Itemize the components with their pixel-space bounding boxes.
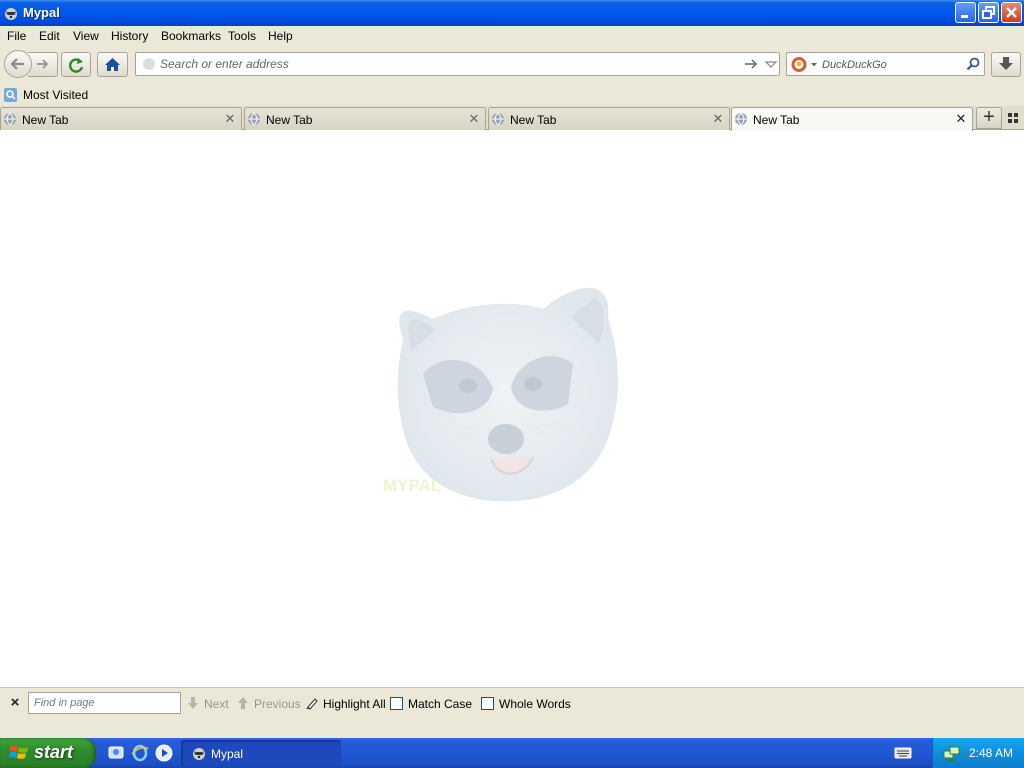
go-arrow-icon[interactable] [742, 55, 760, 73]
network-icon[interactable] [943, 745, 960, 762]
forward-button[interactable] [28, 52, 58, 77]
media-player-icon[interactable] [155, 744, 173, 762]
tab-label: New Tab [22, 113, 69, 127]
tab-new-tab-2[interactable]: New Tab ✕ [244, 107, 486, 130]
duckduckgo-icon[interactable] [791, 56, 819, 73]
tab-close-icon[interactable]: ✕ [467, 112, 481, 126]
highlight-all-label: Highlight All [323, 697, 386, 711]
down-arrow-icon [188, 697, 198, 709]
home-icon [105, 58, 120, 71]
taskbar: start Mypal 2:48 AM [0, 738, 1024, 768]
clock: 2:48 AM [969, 746, 1014, 760]
menu-history[interactable]: History [111, 29, 148, 43]
menu-view[interactable]: View [73, 29, 99, 43]
up-arrow-icon [238, 697, 248, 709]
new-tab-page: MYPAL [0, 131, 1024, 687]
find-next-label: Next [204, 697, 229, 711]
mypal-watermark-text: MYPAL [383, 476, 441, 495]
reload-icon [69, 58, 84, 73]
minimize-icon [961, 15, 968, 18]
plus-icon: + [983, 106, 995, 128]
checkbox-box[interactable] [390, 697, 403, 710]
search-input[interactable] [822, 56, 962, 73]
home-button[interactable] [97, 52, 128, 77]
restore-icon [982, 6, 995, 19]
new-tab-button[interactable]: + [976, 107, 1002, 129]
whole-words-label: Whole Words [499, 697, 571, 711]
taskbar-button-mypal[interactable]: Mypal [181, 740, 341, 766]
internet-explorer-icon[interactable] [131, 744, 149, 762]
url-bar[interactable] [135, 52, 780, 76]
search-icon[interactable] [965, 56, 981, 72]
globe-icon [4, 112, 16, 126]
status-bar [0, 719, 1024, 738]
bookmarks-toolbar: Most Visited [0, 84, 1024, 106]
checkbox-box[interactable] [481, 697, 494, 710]
find-bar: × Next Previous Highlight All Match Case… [0, 687, 1024, 719]
bookmark-label: Most Visited [23, 88, 89, 102]
globe-icon [735, 112, 747, 126]
windows-logo-icon [9, 745, 28, 759]
menu-bar: File Edit View History Bookmarks Tools H… [0, 26, 1024, 47]
start-button[interactable]: start [0, 738, 96, 768]
globe-icon [492, 112, 504, 126]
tab-close-icon[interactable]: ✕ [223, 112, 237, 126]
tab-new-tab-3[interactable]: New Tab ✕ [488, 107, 730, 130]
history-dropmarker-icon[interactable] [764, 56, 778, 72]
menu-edit[interactable]: Edit [39, 29, 60, 43]
taskbar-button-label: Mypal [211, 747, 244, 761]
url-input[interactable] [160, 55, 720, 73]
window-title: Mypal [23, 5, 60, 20]
minimize-button[interactable] [955, 2, 976, 23]
restore-button[interactable] [978, 2, 999, 23]
find-in-page-input[interactable] [28, 692, 181, 714]
match-case-label: Match Case [408, 697, 473, 711]
start-label: start [34, 742, 74, 762]
downloads-button[interactable] [991, 52, 1021, 77]
bookmark-folder-icon [4, 88, 17, 102]
tab-label: New Tab [510, 113, 557, 127]
tab-new-tab-1[interactable]: New Tab ✕ [0, 107, 242, 130]
menu-file[interactable]: File [7, 29, 26, 43]
highlighter-icon [306, 698, 318, 710]
identity-icon[interactable] [143, 58, 155, 70]
raccoon-icon [193, 748, 205, 760]
list-all-tabs-icon[interactable] [1006, 112, 1020, 124]
tab-label: New Tab [266, 113, 313, 127]
show-desktop-icon[interactable] [107, 744, 125, 762]
download-arrow-icon [999, 57, 1013, 70]
navigation-toolbar [0, 47, 1024, 84]
search-bar[interactable] [786, 52, 985, 76]
menu-tools[interactable]: Tools [228, 29, 256, 43]
tab-close-icon[interactable]: ✕ [711, 112, 725, 126]
close-icon [1006, 7, 1017, 18]
system-tray: 2:48 AM [932, 738, 1024, 768]
tab-strip: New Tab ✕ New Tab ✕ New Tab ✕ New Tab ✕ … [0, 106, 1024, 131]
mypal-raccoon-logo: MYPAL [383, 287, 619, 502]
close-window-button[interactable] [1001, 2, 1022, 23]
reload-button[interactable] [61, 52, 91, 77]
find-previous-label: Previous [254, 697, 301, 711]
raccoon-icon [5, 8, 17, 20]
find-close-icon[interactable]: × [8, 695, 22, 710]
menu-help[interactable]: Help [268, 29, 293, 43]
back-arrow-icon [10, 58, 24, 70]
menu-bookmarks[interactable]: Bookmarks [161, 29, 221, 43]
forward-arrow-icon [37, 59, 49, 69]
back-button[interactable] [4, 50, 32, 78]
title-bar[interactable]: Mypal [0, 0, 1024, 26]
tab-label: New Tab [753, 113, 800, 127]
tab-new-tab-4-selected[interactable]: New Tab ✕ [731, 107, 973, 131]
keyboard-language-icon[interactable] [894, 746, 912, 760]
globe-icon [248, 112, 260, 126]
tab-close-icon[interactable]: ✕ [954, 112, 968, 126]
